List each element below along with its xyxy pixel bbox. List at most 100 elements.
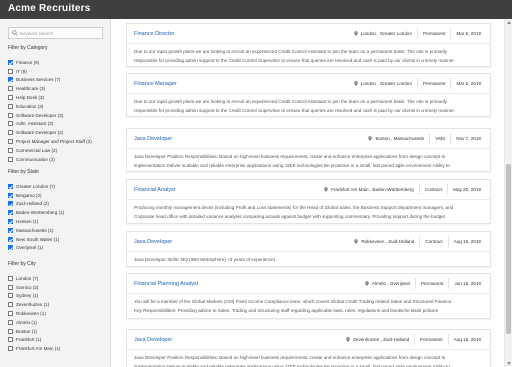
- job-description-line: implementation Deliver scalable and reli…: [134, 363, 450, 367]
- category-filter-label: Finance (9): [16, 59, 40, 65]
- checkbox[interactable]: [8, 245, 13, 251]
- job-title-link[interactable]: Finance Director: [134, 31, 174, 37]
- filter-city-title: Filter by City: [8, 261, 36, 267]
- category-filter-item[interactable]: Adm. Assistant (2): [8, 120, 108, 129]
- city-filter-item[interactable]: Boston (1): [8, 327, 108, 336]
- location-pin-icon: [354, 239, 359, 244]
- state-filter-item[interactable]: Baden-Württemberg (1): [8, 208, 108, 217]
- checkbox[interactable]: [8, 156, 13, 162]
- checkbox[interactable]: [8, 337, 13, 343]
- job-meta: London , Greater London Permanent Mar 6,…: [349, 28, 486, 39]
- category-filter-item[interactable]: Software Developer (3): [8, 111, 108, 120]
- city-filter-label: Boston (1): [16, 328, 38, 334]
- job-card-header: Financial Planning Analyst Almelo , Over…: [127, 274, 490, 293]
- job-date: Jun 15, 2019: [448, 278, 486, 289]
- job-card-header: Finance Director London , Greater London…: [127, 24, 490, 43]
- job-title-link[interactable]: Java Developer: [134, 337, 172, 343]
- state-filter-item[interactable]: Overijssel (1): [8, 244, 108, 253]
- checkbox[interactable]: [8, 147, 13, 153]
- search-box[interactable]: [8, 27, 103, 39]
- job-description-line: Java Developer Skills: MQ (IBM WebSphere…: [134, 257, 276, 262]
- checkbox[interactable]: [8, 236, 13, 242]
- checkbox[interactable]: [8, 284, 13, 290]
- job-title-link[interactable]: Java Developer: [134, 136, 172, 142]
- checkbox[interactable]: [8, 77, 13, 83]
- scroll-up-icon[interactable]: [506, 21, 511, 24]
- city-filter-item[interactable]: Frankfurt (1): [8, 336, 108, 345]
- checkbox[interactable]: [8, 210, 13, 216]
- state-filter-item[interactable]: Bergamo (2): [8, 191, 108, 200]
- city-filter-label: Zevenhuizen (1): [16, 302, 50, 308]
- checkbox[interactable]: [8, 86, 13, 92]
- checkbox[interactable]: [8, 319, 13, 325]
- checkbox[interactable]: [8, 346, 13, 352]
- job-location: London , Greater London: [349, 28, 417, 39]
- city-filter-item[interactable]: Zevenhuizen (1): [8, 300, 108, 309]
- checkbox[interactable]: [8, 328, 13, 334]
- job-location-text: Frankfurt Am Main , Baden-Württemberg: [331, 187, 414, 192]
- checkbox[interactable]: [8, 227, 13, 233]
- category-filter-item[interactable]: Business Services (7): [8, 76, 108, 85]
- city-filter-item[interactable]: Sydney (1): [8, 292, 108, 301]
- category-filter-item[interactable]: Help Desk (3): [8, 93, 108, 102]
- state-filter-item[interactable]: Zuid-Holland (2): [8, 200, 108, 209]
- job-title-link[interactable]: Financial Analyst: [134, 187, 175, 193]
- category-filter-item[interactable]: IT (9): [8, 67, 108, 76]
- job-location-text: Boston , Massachusetts: [375, 136, 425, 141]
- checkbox[interactable]: [8, 68, 13, 74]
- job-title-link[interactable]: Financial Planning Analyst: [134, 281, 198, 287]
- checkbox[interactable]: [8, 192, 13, 198]
- job-date: Mar 6, 2019: [450, 28, 486, 39]
- checkbox[interactable]: [8, 95, 13, 101]
- city-filter-label: Sydney (1): [16, 293, 39, 299]
- checkbox[interactable]: [8, 112, 13, 118]
- checkbox[interactable]: [8, 139, 13, 145]
- checkbox[interactable]: [8, 201, 13, 207]
- city-filter-item[interactable]: London (7): [8, 274, 108, 283]
- checkbox[interactable]: [8, 103, 13, 109]
- scroll-thumb[interactable]: [506, 164, 511, 334]
- category-filter-label: Communication (2): [16, 156, 55, 162]
- category-filter-item[interactable]: Education (3): [8, 102, 108, 111]
- state-filter-item[interactable]: Greater London (7): [8, 182, 108, 191]
- checkbox[interactable]: [8, 121, 13, 127]
- main-scrollbar[interactable]: [504, 19, 512, 367]
- city-filter-item[interactable]: Rokkeveen (1): [8, 309, 108, 318]
- checkbox[interactable]: [8, 293, 13, 299]
- job-description: Due to our rapid growth plans we are loo…: [127, 43, 490, 68]
- checkbox[interactable]: [8, 183, 13, 189]
- checkbox[interactable]: [8, 130, 13, 136]
- checkbox[interactable]: [8, 219, 13, 225]
- state-filter-item[interactable]: New South Wales (1): [8, 235, 108, 244]
- category-filter-item[interactable]: Commercial Law (2): [8, 146, 108, 155]
- checkbox[interactable]: [8, 275, 13, 281]
- city-filter-item[interactable]: Sarnico (2): [8, 283, 108, 292]
- checkbox[interactable]: [8, 311, 13, 317]
- job-location-text: Zevenhuizen , Zuid-Holland: [352, 337, 410, 342]
- category-filter-item[interactable]: Finance (9): [8, 58, 108, 67]
- category-filter-item[interactable]: Software Developer (2): [8, 128, 108, 137]
- job-description: You will be a member of the Global Marke…: [127, 293, 490, 320]
- category-filter-item[interactable]: Communication (2): [8, 155, 108, 164]
- job-type: Contract: [418, 184, 447, 195]
- state-filter-label: Hessen (1): [16, 219, 39, 225]
- scroll-down-icon[interactable]: [506, 362, 511, 365]
- city-filter-item[interactable]: Almelo (1): [8, 318, 108, 327]
- job-card-header: Java Developer Rokkeveen , Zuid-Holland …: [127, 232, 490, 251]
- city-filter-label: Frankfurt Am Main (1): [16, 346, 61, 352]
- state-filter-label: New South Wales (1): [16, 236, 60, 242]
- search-icon: [12, 30, 18, 36]
- checkbox[interactable]: [8, 302, 13, 308]
- state-filter-item[interactable]: Massachusetts (1): [8, 226, 108, 235]
- job-title-link[interactable]: Java Developer: [134, 239, 172, 245]
- category-filter-item[interactable]: Healthcare (3): [8, 84, 108, 93]
- state-filter-item[interactable]: Hessen (1): [8, 217, 108, 226]
- search-input[interactable]: [20, 28, 102, 38]
- job-title-link[interactable]: Finance Manager: [134, 81, 177, 87]
- job-location-text: London , Greater London: [360, 81, 412, 86]
- category-filter-item[interactable]: Project Manager and Project Staff (2): [8, 137, 108, 146]
- checkbox[interactable]: [8, 59, 13, 65]
- city-filter-item[interactable]: Frankfurt Am Main (1): [8, 344, 108, 353]
- city-filter-label: Rokkeveen (1): [16, 311, 46, 317]
- filter-state-title: Filter by State: [8, 169, 39, 175]
